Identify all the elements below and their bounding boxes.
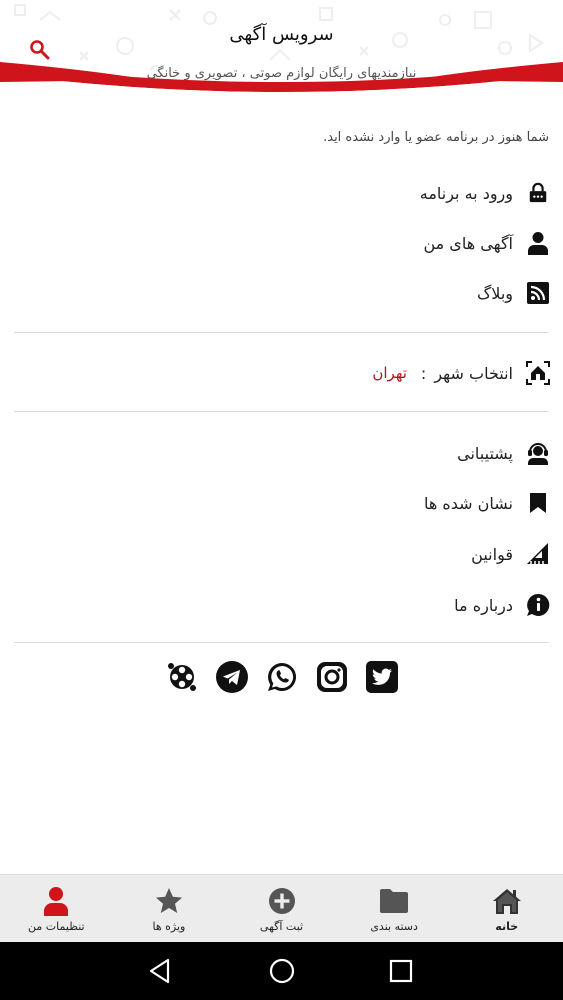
nav-home[interactable]: خانه bbox=[450, 875, 563, 942]
menu-item-my-ads[interactable]: آگهی های من bbox=[423, 223, 551, 263]
bottom-navigation: خانه دسته بندی ثبت آگهی ویژه ها تنظیمات … bbox=[0, 874, 563, 942]
user-icon bbox=[40, 885, 72, 917]
menu-item-label: قوانین bbox=[471, 544, 513, 564]
nav-label: ثبت آگهی bbox=[259, 920, 304, 933]
menu-item-support[interactable]: پشتیبانی bbox=[457, 433, 551, 473]
nav-label: ویژه ها bbox=[152, 920, 186, 933]
aparat-icon[interactable] bbox=[165, 660, 199, 694]
menu-item-rules[interactable]: قوانین bbox=[471, 534, 551, 574]
menu-item-label: ورود به برنامه bbox=[419, 183, 513, 203]
support-icon bbox=[525, 440, 551, 466]
divider bbox=[14, 411, 549, 412]
app-header: سرویس آگهی نیازمندیهای رایگان لوازم صوتی… bbox=[0, 0, 563, 100]
twitter-icon[interactable] bbox=[365, 660, 399, 694]
app-subtitle: نیازمندیهای رایگان لوازم صوتی ، تصویری و… bbox=[146, 66, 417, 81]
social-links bbox=[0, 660, 563, 694]
divider bbox=[14, 642, 549, 643]
menu-item-label: وبلاگ bbox=[476, 283, 513, 303]
home-circle-icon[interactable] bbox=[268, 957, 296, 985]
nav-post-ad[interactable]: ثبت آگهی bbox=[225, 875, 338, 942]
app-title: سرویس آگهی bbox=[229, 24, 334, 45]
bookmark-icon bbox=[525, 490, 551, 516]
menu-item-login[interactable]: ورود به برنامه bbox=[420, 173, 551, 213]
nav-label: خانه bbox=[495, 920, 519, 933]
whatsapp-icon[interactable] bbox=[265, 660, 299, 694]
nav-label: دسته بندی bbox=[370, 920, 418, 933]
city-select-icon bbox=[525, 360, 551, 386]
menu-item-label: درباره ما bbox=[454, 595, 513, 615]
add-circle-icon bbox=[266, 885, 298, 917]
city-colon: : bbox=[420, 363, 427, 383]
login-notice: شما هنوز در برنامه عضو یا وارد نشده اید. bbox=[323, 130, 549, 145]
menu-item-blog[interactable]: وبلاگ bbox=[477, 273, 551, 313]
back-icon[interactable] bbox=[146, 957, 174, 985]
menu-item-about[interactable]: درباره ما bbox=[454, 585, 551, 625]
selected-city: تهران bbox=[372, 364, 407, 382]
instagram-icon[interactable] bbox=[315, 660, 349, 694]
folder-icon bbox=[378, 885, 410, 917]
city-selector[interactable]: انتخاب شهر : تهران bbox=[372, 353, 551, 393]
recents-icon[interactable] bbox=[387, 957, 415, 985]
header-background-pattern bbox=[0, 4, 563, 100]
home-icon bbox=[491, 885, 523, 917]
menu-item-label: نشان شده ها bbox=[423, 493, 513, 513]
city-label: انتخاب شهر bbox=[434, 363, 513, 383]
search-icon[interactable] bbox=[28, 38, 52, 62]
telegram-icon[interactable] bbox=[215, 660, 249, 694]
ruler-icon bbox=[525, 541, 551, 567]
user-icon bbox=[525, 230, 551, 256]
nav-label: تنظیمات من bbox=[28, 920, 85, 933]
info-icon bbox=[525, 592, 551, 618]
rss-icon bbox=[525, 280, 551, 306]
nav-featured[interactable]: ویژه ها bbox=[113, 875, 226, 942]
divider bbox=[14, 332, 549, 333]
android-navigation-bar bbox=[0, 942, 563, 1000]
lock-icon bbox=[525, 180, 551, 206]
menu-item-label: آگهی های من bbox=[423, 233, 513, 253]
nav-my-settings[interactable]: تنظیمات من bbox=[0, 875, 113, 942]
star-icon bbox=[153, 885, 185, 917]
menu-item-bookmarks[interactable]: نشان شده ها bbox=[424, 483, 551, 523]
menu-item-label: پشتیبانی bbox=[457, 443, 513, 463]
nav-categories[interactable]: دسته بندی bbox=[338, 875, 451, 942]
